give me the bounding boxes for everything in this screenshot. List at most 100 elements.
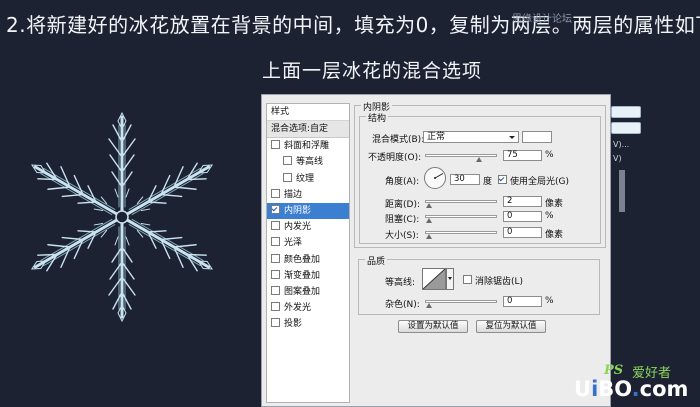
- watermark-logo: UiBO.com: [574, 377, 688, 401]
- sidebar-item-stroke[interactable]: 描边: [267, 187, 349, 203]
- blend-mode-value: 正常: [427, 132, 446, 142]
- choke-unit: %: [545, 211, 554, 221]
- checkbox[interactable]: [271, 285, 280, 295]
- blend-mode-select[interactable]: 正常: [423, 131, 519, 143]
- cancel-button-fragment[interactable]: [611, 122, 641, 134]
- angle-label: 角度(A):: [385, 177, 420, 187]
- layer-style-dialog: 样式 混合选项:自定 斜面和浮雕 等高线 纹理 描边 内阴影 内发光 光泽 颜色…: [261, 94, 611, 407]
- watermark-letter: B: [598, 377, 615, 401]
- sidebar-item-label: 渐变叠加: [284, 270, 321, 281]
- sidebar-item-blending-options[interactable]: 混合选项:自定: [267, 121, 349, 139]
- top-watermark: 思缘设计论坛: [512, 14, 572, 25]
- preview-fragment: V): [613, 154, 622, 163]
- shadow-color-swatch[interactable]: [522, 131, 552, 143]
- global-light-label: 使用全局光(G): [510, 177, 569, 187]
- antialias-checkbox[interactable]: [463, 275, 472, 284]
- opacity-field[interactable]: 75: [503, 150, 542, 161]
- background-dialog-fragment: V)... V): [609, 94, 700, 244]
- distance-slider[interactable]: [425, 200, 497, 208]
- structure-title: 结构: [366, 111, 389, 124]
- sidebar-item-outer-glow[interactable]: 外发光: [267, 300, 349, 316]
- sidebar-item-inner-shadow[interactable]: 内阴影: [267, 202, 349, 220]
- sidebar-item-label: 图案叠加: [284, 286, 321, 297]
- checkbox[interactable]: [271, 237, 280, 247]
- checkbox[interactable]: [271, 302, 280, 312]
- angle-dial[interactable]: [424, 167, 446, 189]
- sidebar-item-texture[interactable]: 纹理: [267, 171, 349, 187]
- size-slider[interactable]: [425, 231, 497, 239]
- size-unit: 像素: [545, 230, 564, 240]
- sidebar-item-satin[interactable]: 光泽: [267, 235, 349, 251]
- angle-dial-needle: [434, 173, 444, 179]
- preview-swatch-fragment: [619, 170, 625, 212]
- checkbox[interactable]: [283, 172, 292, 182]
- opacity-slider[interactable]: [425, 154, 497, 162]
- ok-button-fragment[interactable]: [611, 106, 641, 118]
- chevron-down-icon: [448, 277, 452, 280]
- angle-unit: 度: [483, 177, 493, 187]
- opacity-label: 不透明度(O):: [368, 153, 422, 163]
- sidebar-item-label: 光泽: [284, 238, 303, 249]
- set-default-button[interactable]: 设置为默认值: [398, 320, 468, 333]
- watermark-letter: O: [614, 377, 632, 401]
- chevron-down-icon: [509, 136, 515, 139]
- sidebar-item-label: 投影: [284, 319, 303, 330]
- watermark-suffix: com: [639, 377, 689, 401]
- distance-label: 距离(D):: [385, 200, 420, 210]
- opacity-unit: %: [545, 150, 554, 160]
- contour-picker[interactable]: [422, 268, 446, 290]
- sidebar-item-drop-shadow[interactable]: 投影: [267, 316, 349, 332]
- sidebar-item-color-overlay[interactable]: 颜色叠加: [267, 252, 349, 268]
- size-field[interactable]: 0: [503, 227, 542, 238]
- noise-slider-thumb[interactable]: [426, 303, 432, 308]
- blend-mode-label: 混合模式(B):: [372, 135, 425, 145]
- quality-title: 品质: [365, 254, 388, 267]
- choke-slider-thumb[interactable]: [426, 218, 432, 223]
- sidebar-item-contour[interactable]: 等高线: [267, 154, 349, 170]
- watermark-letter: U: [574, 377, 592, 401]
- sidebar-item-label: 等高线: [296, 157, 324, 168]
- antialias-label: 消除锯齿(L): [475, 277, 524, 287]
- checkbox[interactable]: [271, 269, 280, 279]
- sidebar-item-pattern-overlay[interactable]: 图案叠加: [267, 284, 349, 300]
- contour-dropdown-button[interactable]: [446, 268, 454, 290]
- distance-slider-thumb[interactable]: [426, 203, 432, 208]
- reset-default-button[interactable]: 复位为默认值: [476, 320, 546, 333]
- choke-slider[interactable]: [425, 215, 497, 223]
- noise-label: 杂色(N):: [385, 300, 420, 310]
- contour-label: 等高线:: [385, 278, 416, 288]
- sidebar-item-label: 颜色叠加: [284, 254, 321, 265]
- checkbox-checked[interactable]: [271, 204, 280, 214]
- sidebar-item-label: 纹理: [296, 173, 315, 184]
- checkbox[interactable]: [283, 156, 292, 166]
- sidebar-item-label: 斜面和浮雕: [284, 141, 330, 152]
- size-label: 大小(S):: [385, 231, 419, 241]
- linear-contour-icon: [423, 269, 445, 289]
- distance-field[interactable]: 2: [503, 196, 542, 207]
- new-style-fragment: V)...: [613, 140, 630, 149]
- sidebar-item-label: 混合选项:自定: [271, 124, 329, 134]
- global-light-checkbox[interactable]: [498, 175, 507, 184]
- noise-field[interactable]: 0: [503, 296, 542, 307]
- sidebar-item-gradient-overlay[interactable]: 渐变叠加: [267, 268, 349, 284]
- sidebar-item-bevel-emboss[interactable]: 斜面和浮雕: [267, 138, 349, 154]
- sidebar-item-label: 内阴影: [284, 205, 312, 216]
- checkbox[interactable]: [271, 253, 280, 263]
- choke-field[interactable]: 0: [503, 211, 542, 222]
- noise-unit: %: [545, 296, 554, 306]
- noise-slider[interactable]: [425, 300, 497, 308]
- checkbox[interactable]: [271, 221, 280, 231]
- watermark-ps: PS: [604, 363, 624, 378]
- sidebar-item-inner-glow[interactable]: 内发光: [267, 219, 349, 235]
- size-slider-thumb[interactable]: [426, 234, 432, 239]
- angle-field[interactable]: 30: [450, 174, 480, 185]
- opacity-slider-thumb[interactable]: [475, 157, 482, 162]
- sidebar-item-label: 描边: [284, 189, 303, 200]
- caption-line-2: 上面一层冰花的混合选项: [262, 60, 483, 82]
- styles-header: 样式: [267, 104, 349, 121]
- snowflake-image: [23, 111, 221, 323]
- styles-sidebar: 样式 混合选项:自定 斜面和浮雕 等高线 纹理 描边 内阴影 内发光 光泽 颜色…: [266, 103, 350, 403]
- checkbox[interactable]: [271, 188, 280, 198]
- checkbox[interactable]: [271, 140, 280, 150]
- checkbox[interactable]: [271, 318, 280, 328]
